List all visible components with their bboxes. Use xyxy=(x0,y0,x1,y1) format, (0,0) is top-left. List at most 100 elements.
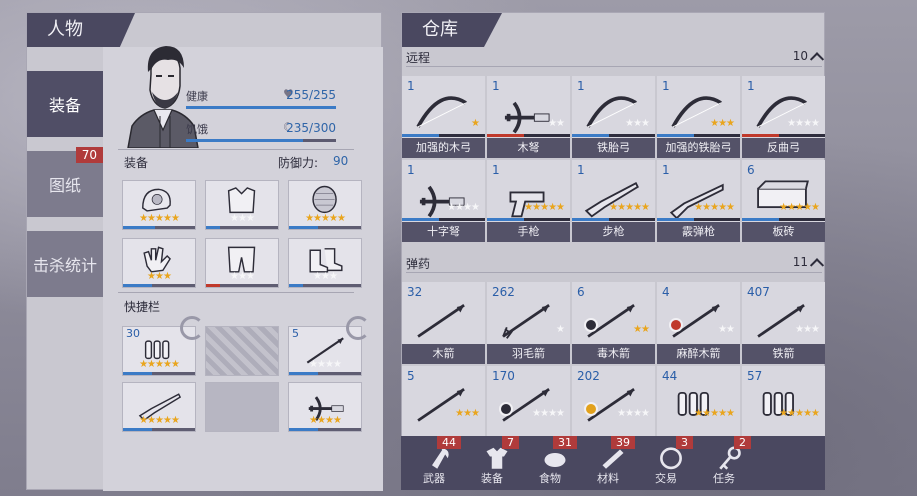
hunger-value: 235/300 xyxy=(286,121,336,135)
divider xyxy=(118,292,354,293)
equipment-slot[interactable]: ★★★ xyxy=(288,238,362,288)
item-name: 十字弩 xyxy=(402,222,485,242)
storage-item[interactable]: 1 ★★★★★ 霰弹枪 xyxy=(657,160,740,242)
durability-bar xyxy=(657,134,740,137)
tab-badge: 7 xyxy=(502,436,519,449)
chevron-up-icon[interactable] xyxy=(809,52,825,67)
chevron-up-icon[interactable] xyxy=(809,258,825,273)
quick-slot[interactable]: ★★★★★ xyxy=(122,382,196,432)
tab-label: 交易 xyxy=(655,472,677,485)
rating-stars: ★★★★★ xyxy=(139,213,180,224)
durability-bar xyxy=(572,218,655,221)
storage-item[interactable]: 1 ★★★★★ 手枪 xyxy=(487,160,570,242)
equipment-slot[interactable]: ★★★ xyxy=(122,238,196,288)
storage-item[interactable]: 1 ★★★★ 反曲弓 xyxy=(742,76,825,158)
rating-stars: ★★★★ xyxy=(447,202,480,213)
bottom-tab[interactable]: 44 武器 xyxy=(405,436,463,490)
equipment-slot[interactable]: ★★★★★ xyxy=(288,180,362,230)
tab-label: 武器 xyxy=(423,472,445,485)
category-ammo-count: 11 xyxy=(792,255,808,269)
rating-stars: ★★★★ xyxy=(309,359,342,370)
category-ranged-label: 远程 xyxy=(406,51,431,65)
storage-item[interactable]: 1 ★★ 木弩 xyxy=(487,76,570,158)
rating-stars: ★★★★★ xyxy=(609,202,650,213)
slot-count: 5 xyxy=(292,327,299,340)
rating-stars: ★★★★★ xyxy=(779,408,820,419)
durability-bar xyxy=(289,428,361,431)
poison-icon xyxy=(584,318,598,332)
quick-slot[interactable]: ★★★★ xyxy=(288,382,362,432)
equipment-slot[interactable]: ★★★ xyxy=(205,180,279,230)
swap-icon[interactable] xyxy=(180,316,204,340)
crossbow-icon xyxy=(504,101,550,134)
durability-bar xyxy=(206,284,278,287)
item-name: 铁胎弓 xyxy=(572,138,655,158)
blueprints-badge: 70 xyxy=(75,147,103,163)
health-value: 255/255 xyxy=(286,88,336,102)
item-name: 加强的铁胎弓 xyxy=(657,138,740,158)
durability-bar xyxy=(289,372,361,375)
arrow-icon xyxy=(757,304,805,338)
tab-label: 材料 xyxy=(597,472,619,485)
durability-bar xyxy=(123,226,195,229)
durability-bar xyxy=(123,284,195,287)
equipment-slot[interactable]: ★★★★★ xyxy=(122,180,196,230)
durability-bar xyxy=(742,218,825,221)
storage-item[interactable]: 6 ★★★★★ 板砖 xyxy=(742,160,825,242)
storage-item[interactable]: 1 ★★★★★ 步枪 xyxy=(572,160,655,242)
category-ranged-header[interactable]: 远程 10 xyxy=(406,49,825,67)
hunger-bar-fill xyxy=(186,139,303,142)
tab-kill-stats[interactable]: 击杀统计 xyxy=(27,231,103,297)
shotgun-icon xyxy=(669,183,724,220)
quickbar-title: 快捷栏 xyxy=(124,300,161,314)
durability-bar xyxy=(742,134,825,137)
storage-item[interactable]: 1 ★ 加强的木弓 xyxy=(402,76,485,158)
item-name: 反曲弓 xyxy=(742,138,825,158)
item-name: 木箭 xyxy=(402,344,485,364)
tab-badge: 44 xyxy=(437,436,461,449)
storage-item[interactable]: 4 ★★ 麻醉木箭 xyxy=(657,282,740,364)
tab-equipment[interactable]: 装备 xyxy=(27,71,103,137)
equipment-slot[interactable]: ★★★ xyxy=(205,238,279,288)
swap-icon[interactable] xyxy=(346,316,370,340)
durability-bar xyxy=(123,372,195,375)
tab-badge: 39 xyxy=(611,436,635,449)
bow-icon xyxy=(586,96,637,128)
item-name: 铁箭 xyxy=(742,344,825,364)
rating-stars: ★★★★★ xyxy=(139,359,180,370)
rating-stars: ★★★★ xyxy=(532,408,565,419)
equipment-section-title: 装备 xyxy=(124,156,149,170)
bottom-tab[interactable]: 7 装备 xyxy=(463,436,521,490)
rating-stars: ★ xyxy=(471,118,480,129)
rifle-icon xyxy=(584,181,639,218)
storage-item[interactable]: 6 ★★ 毒木箭 xyxy=(572,282,655,364)
storage-item[interactable]: 32 木箭 xyxy=(402,282,485,364)
item-name: 羽毛箭 xyxy=(487,344,570,364)
storage-item[interactable]: 1 ★★★ 铁胎弓 xyxy=(572,76,655,158)
bottom-tab[interactable]: 39 材料 xyxy=(579,436,637,490)
item-name: 毒木箭 xyxy=(572,344,655,364)
storage-item[interactable]: 1 ★★★ 加强的铁胎弓 xyxy=(657,76,740,158)
quick-slot[interactable] xyxy=(205,382,279,432)
defense-label: 防御力: xyxy=(278,156,319,170)
item-name: 霰弹枪 xyxy=(657,222,740,242)
item-name: 板砖 xyxy=(742,222,825,242)
durability-bar xyxy=(487,134,570,137)
bottom-tab[interactable]: 2 任务 xyxy=(695,436,753,490)
storage-item[interactable]: 407 ★★★ 铁箭 xyxy=(742,282,825,364)
durability-bar xyxy=(657,218,740,221)
storage-item[interactable]: 1 ★★★★ 十字弩 xyxy=(402,160,485,242)
rating-stars: ★★★ xyxy=(795,324,820,335)
bottom-tab[interactable]: 31 食物 xyxy=(521,436,579,490)
tab-blueprints[interactable]: 图纸 70 xyxy=(27,147,103,217)
item-name: 手枪 xyxy=(487,222,570,242)
rating-stars: ★★★★★ xyxy=(524,202,565,213)
tab-label: 任务 xyxy=(713,472,735,485)
category-ammo-header[interactable]: 弹药 11 xyxy=(406,255,825,273)
bottom-tab[interactable]: 3 交易 xyxy=(637,436,695,490)
rating-stars: ★★★ xyxy=(710,118,735,129)
storage-item[interactable]: 262 ★ 羽毛箭 xyxy=(487,282,570,364)
quick-slot-locked[interactable] xyxy=(205,326,279,376)
tab-kill-stats-label: 击杀统计 xyxy=(32,256,97,275)
tab-equipment-label: 装备 xyxy=(48,96,81,115)
